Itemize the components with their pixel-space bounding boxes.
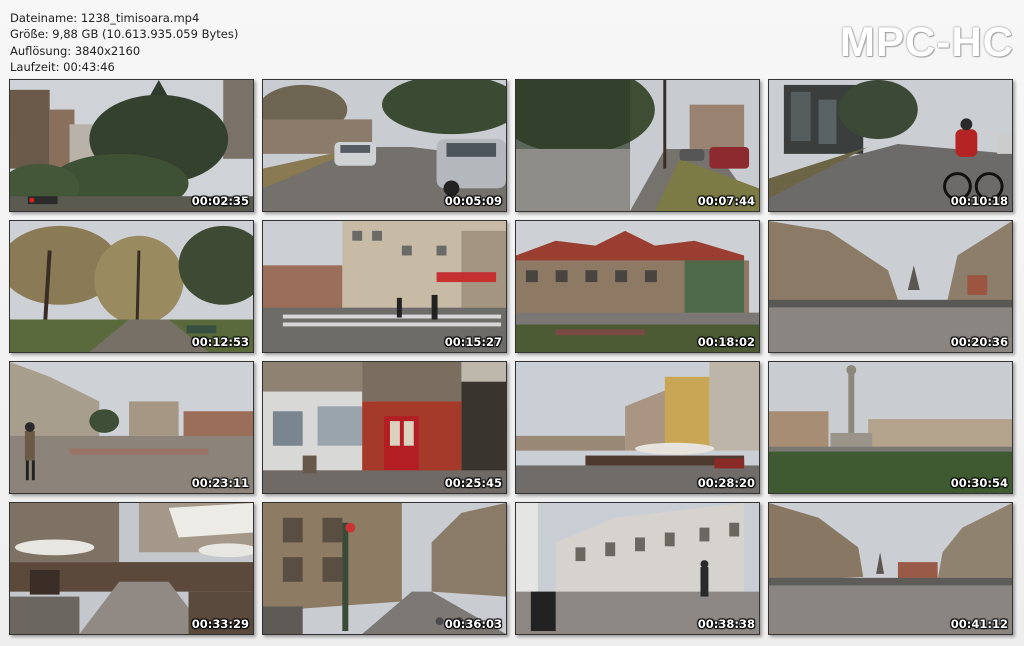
mpc-hc-logo: MPC-HC xyxy=(840,18,1014,65)
thumbnail[interactable]: 00:38:38 xyxy=(515,502,760,635)
file-resolution: Auflösung: 3840x2160 xyxy=(10,43,141,58)
timestamp: 00:10:18 xyxy=(950,194,1008,208)
timestamp: 00:18:02 xyxy=(697,335,755,349)
thumbnail[interactable]: 00:18:02 xyxy=(515,220,760,353)
file-name: Dateiname: 1238_timisoara.mp4 xyxy=(10,11,200,25)
thumbnail-grid: 00:02:35 00:05:09 00:07:44 00:10:18 00:1… xyxy=(9,79,1013,635)
timestamp: 00:30:54 xyxy=(950,476,1008,490)
timestamp: 00:02:35 xyxy=(191,194,249,208)
thumbnail[interactable]: 00:02:35 xyxy=(9,79,254,212)
thumbnail[interactable]: 00:25:45 xyxy=(262,361,507,494)
file-info: Dateiname: 1238_timisoara.mp4 Größe: 9,8… xyxy=(10,10,238,76)
thumbnail[interactable]: 00:28:20 xyxy=(515,361,760,494)
thumbnail[interactable]: 00:41:12 xyxy=(768,502,1013,635)
file-size: Größe: 9,88 GB (10.613.935.059 Bytes) xyxy=(10,27,239,42)
thumbnail[interactable]: 00:36:03 xyxy=(262,502,507,635)
file-duration: Laufzeit: 00:43:46 xyxy=(10,60,115,75)
thumbnail[interactable]: 00:23:11 xyxy=(9,361,254,494)
timestamp: 00:25:45 xyxy=(444,476,502,490)
timestamp: 00:33:29 xyxy=(191,617,249,631)
thumbnail[interactable]: 00:10:18 xyxy=(768,79,1013,212)
timestamp: 00:05:09 xyxy=(444,194,502,208)
thumbnail[interactable]: 00:30:54 xyxy=(768,361,1013,494)
timestamp: 00:41:12 xyxy=(950,617,1008,631)
timestamp: 00:23:11 xyxy=(191,476,249,490)
thumbnail[interactable]: 00:20:36 xyxy=(768,220,1013,353)
timestamp: 00:15:27 xyxy=(444,335,502,349)
thumbnail[interactable]: 00:33:29 xyxy=(9,502,254,635)
thumbnail[interactable]: 00:05:09 xyxy=(262,79,507,212)
thumbnail[interactable]: 00:07:44 xyxy=(515,79,760,212)
timestamp: 00:36:03 xyxy=(444,617,502,631)
thumbnail[interactable]: 00:15:27 xyxy=(262,220,507,353)
thumbnail[interactable]: 00:12:53 xyxy=(9,220,254,353)
timestamp: 00:38:38 xyxy=(697,617,755,631)
timestamp: 00:28:20 xyxy=(697,476,755,490)
timestamp: 00:07:44 xyxy=(697,194,755,208)
timestamp: 00:20:36 xyxy=(950,335,1008,349)
timestamp: 00:12:53 xyxy=(191,335,249,349)
